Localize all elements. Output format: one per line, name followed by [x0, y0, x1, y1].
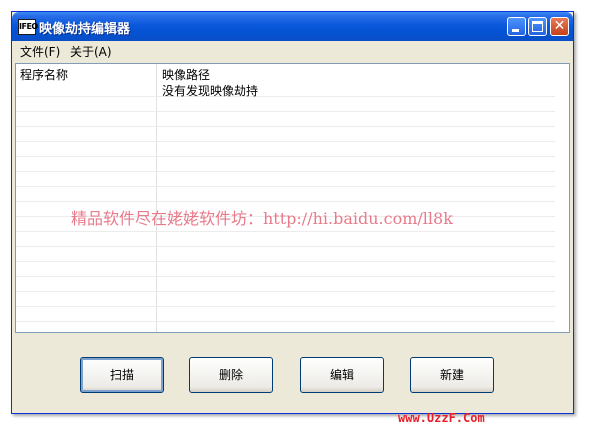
empty-row [16, 186, 555, 202]
menu-about[interactable]: 关于(A) [70, 43, 112, 60]
empty-row [16, 291, 555, 307]
close-button[interactable]: ✕ [550, 17, 569, 36]
empty-row [16, 261, 555, 277]
minimize-button[interactable] [507, 17, 526, 36]
title-bar[interactable]: IFEO 映像劫持编辑器 ✕ [12, 12, 573, 41]
empty-row [16, 111, 555, 127]
window-title: 映像劫持编辑器 [39, 22, 131, 37]
empty-row [16, 156, 555, 172]
empty-row [16, 96, 555, 112]
list-header: 程序名称 映像路径 [16, 64, 569, 82]
app-icon: IFEO [18, 19, 38, 35]
empty-row [16, 246, 555, 262]
empty-row [16, 171, 555, 187]
minimize-icon [512, 29, 519, 32]
maximize-icon [532, 21, 543, 32]
empty-row [16, 126, 555, 142]
close-icon: ✕ [553, 18, 566, 34]
hijack-list[interactable]: 程序名称 映像路径 没有发现映像劫持 [15, 63, 570, 333]
empty-row [16, 306, 555, 322]
list-row[interactable]: 没有发现映像劫持 [16, 81, 555, 98]
scan-button[interactable]: 扫描 [80, 357, 164, 393]
footer-watermark: www.UzzF.Com [398, 411, 485, 425]
menu-bar: 文件(F) 关于(A) [12, 41, 573, 60]
watermark-text: 精品软件尽在姥姥软件坊：http://hi.baidu.com/ll8k [71, 209, 453, 228]
new-button[interactable]: 新建 [410, 357, 494, 393]
menu-file[interactable]: 文件(F) [20, 43, 60, 60]
list-scroll-gutter [555, 64, 569, 332]
edit-button[interactable]: 编辑 [300, 357, 384, 393]
delete-button[interactable]: 删除 [189, 357, 273, 393]
empty-row [16, 276, 555, 292]
empty-row [16, 231, 555, 247]
empty-row [16, 141, 555, 157]
maximize-button[interactable] [528, 17, 547, 36]
